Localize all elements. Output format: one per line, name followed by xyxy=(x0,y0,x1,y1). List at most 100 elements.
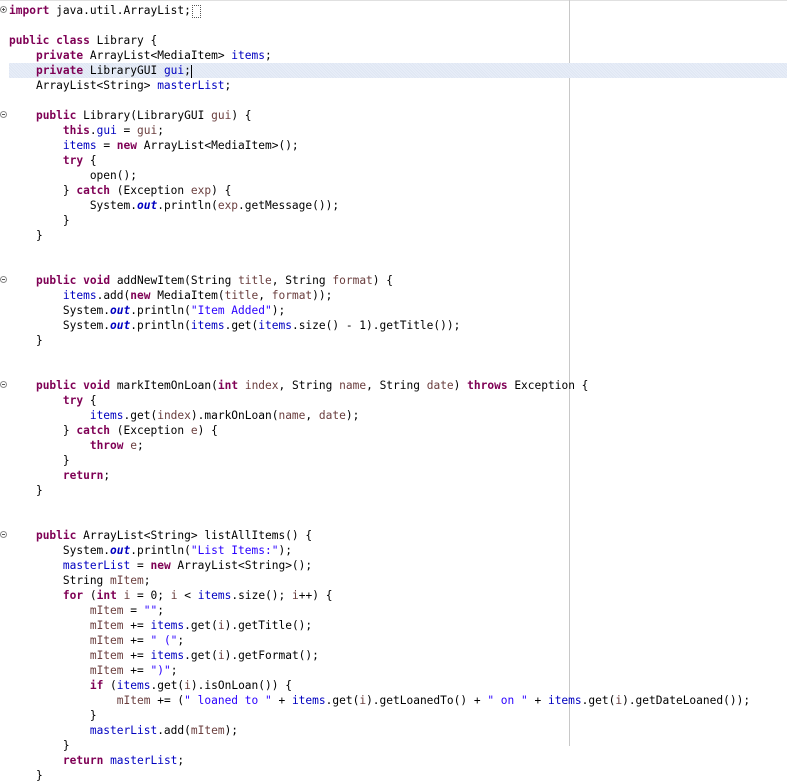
code-token: System. xyxy=(9,199,137,212)
code-token: .get( xyxy=(123,409,158,422)
code-token: title xyxy=(224,289,259,302)
code-line[interactable]: return; xyxy=(9,468,110,483)
code-token: i xyxy=(217,649,225,662)
code-token: ) { xyxy=(197,424,218,437)
code-line[interactable]: try { xyxy=(9,153,97,168)
code-token: += xyxy=(123,664,151,677)
code-line[interactable]: private ArrayList<MediaItem> items; xyxy=(9,48,272,63)
code-token: throw xyxy=(89,439,124,452)
code-line[interactable]: mItem += items.get(i).getFormat(); xyxy=(9,648,319,663)
code-token: ) { xyxy=(231,109,252,122)
code-line[interactable]: System.out.println("List Items:"); xyxy=(9,543,292,558)
code-line[interactable]: for (int i = 0; i < items.size(); i++) { xyxy=(9,588,333,603)
code-line[interactable]: System.out.println(items.get(items.size(… xyxy=(9,318,460,333)
code-token: ); xyxy=(278,544,292,557)
code-line[interactable]: if (items.get(i).isOnLoan()) { xyxy=(9,678,292,693)
code-token: items xyxy=(116,679,151,692)
code-line[interactable]: masterList = new ArrayList<String>(); xyxy=(9,558,312,573)
code-token: title xyxy=(238,274,272,287)
code-token: ); xyxy=(224,724,239,737)
fold-collapse-icon[interactable] xyxy=(0,276,7,283)
fold-expand-icon[interactable] xyxy=(0,6,7,13)
code-token: = xyxy=(96,139,117,152)
code-line[interactable]: } xyxy=(9,213,70,228)
code-token: ).getLoanedTo() + xyxy=(366,694,488,707)
code-token: ; xyxy=(143,574,151,587)
code-token: int xyxy=(217,379,239,392)
code-token: exp xyxy=(217,199,239,212)
code-token: items xyxy=(258,319,292,332)
code-line[interactable]: public ArrayList<String> listAllItems() … xyxy=(9,528,312,543)
code-line[interactable]: mItem += (" loaned to " + items.get(i).g… xyxy=(9,693,750,708)
code-line[interactable]: items.add(new MediaItem(title, format)); xyxy=(9,288,333,303)
code-token: masterList xyxy=(110,754,178,767)
code-line[interactable]: } xyxy=(9,768,43,783)
fold-collapse-icon[interactable] xyxy=(0,531,7,538)
code-token: public xyxy=(35,379,77,392)
code-line[interactable]: } xyxy=(9,483,43,498)
code-line[interactable]: mItem += ")"; xyxy=(9,663,178,678)
code-line[interactable]: String mItem; xyxy=(9,573,151,588)
code-token: "" xyxy=(143,604,158,617)
code-token: mItem xyxy=(190,724,225,737)
code-token: new xyxy=(130,289,151,302)
code-line[interactable]: } xyxy=(9,453,70,468)
code-line[interactable]: System.out.println(exp.getMessage()); xyxy=(9,198,339,213)
code-line[interactable]: System.out.println("Item Added"); xyxy=(9,303,285,318)
code-line[interactable]: items.get(index).markOnLoan(name, date); xyxy=(9,408,360,423)
code-line[interactable]: } xyxy=(9,708,97,723)
code-token: gui xyxy=(211,109,232,122)
code-token: Exception { xyxy=(507,379,589,392)
code-line[interactable]: } catch (Exception e) { xyxy=(9,423,218,438)
code-line[interactable]: public void markItemOnLoan(int index, St… xyxy=(9,378,588,393)
code-line[interactable]: return masterList; xyxy=(9,753,184,768)
code-line[interactable]: } catch (Exception exp) { xyxy=(9,183,231,198)
code-line[interactable]: public void addNewItem(String title, Str… xyxy=(9,273,393,288)
code-line[interactable]: } xyxy=(9,333,43,348)
code-token: ; xyxy=(177,634,185,647)
code-token: = xyxy=(116,124,138,137)
code-token: gui xyxy=(163,64,185,77)
code-token: MediaItem( xyxy=(150,289,225,302)
code-token: void xyxy=(83,379,111,392)
code-token: = 0; xyxy=(130,589,171,602)
code-line[interactable]: mItem = ""; xyxy=(9,603,164,618)
code-token: mItem xyxy=(89,664,124,677)
code-line[interactable]: open(); xyxy=(9,168,137,183)
code-line[interactable]: ArrayList<String> masterList; xyxy=(9,78,231,93)
code-token: ; xyxy=(224,79,232,92)
code-line[interactable]: private LibraryGUI gui; xyxy=(9,63,787,78)
code-token: String xyxy=(9,574,111,587)
print-margin-line xyxy=(569,0,570,746)
collapsed-imports-marker[interactable] xyxy=(191,4,201,18)
code-token: exp xyxy=(190,184,212,197)
code-token: ).getFormat(); xyxy=(224,649,319,662)
code-line[interactable]: mItem += " ("; xyxy=(9,633,184,648)
code-line[interactable]: public class Library { xyxy=(9,33,157,48)
code-line[interactable]: items = new ArrayList<MediaItem>(); xyxy=(9,138,299,153)
code-token: gui xyxy=(137,124,158,137)
fold-collapse-icon[interactable] xyxy=(0,111,7,118)
code-editor[interactable]: import java.util.ArrayList; public class … xyxy=(0,0,787,782)
code-line[interactable]: throw e; xyxy=(9,438,144,453)
code-line[interactable]: public Library(LibraryGUI gui) { xyxy=(9,108,252,123)
code-token: .get( xyxy=(150,679,185,692)
code-line[interactable]: this.gui = gui; xyxy=(9,123,164,138)
code-line[interactable]: import java.util.ArrayList; xyxy=(9,3,201,18)
code-token: System. xyxy=(9,319,111,332)
code-token: markItemOnLoan( xyxy=(110,379,218,392)
fold-collapse-icon[interactable] xyxy=(0,381,7,388)
code-line[interactable]: mItem += items.get(i).getTitle(); xyxy=(9,618,312,633)
code-token: .println( xyxy=(157,199,218,212)
code-line[interactable]: try { xyxy=(9,393,97,408)
code-line[interactable]: } xyxy=(9,228,43,243)
code-line[interactable]: masterList.add(mItem); xyxy=(9,723,238,738)
